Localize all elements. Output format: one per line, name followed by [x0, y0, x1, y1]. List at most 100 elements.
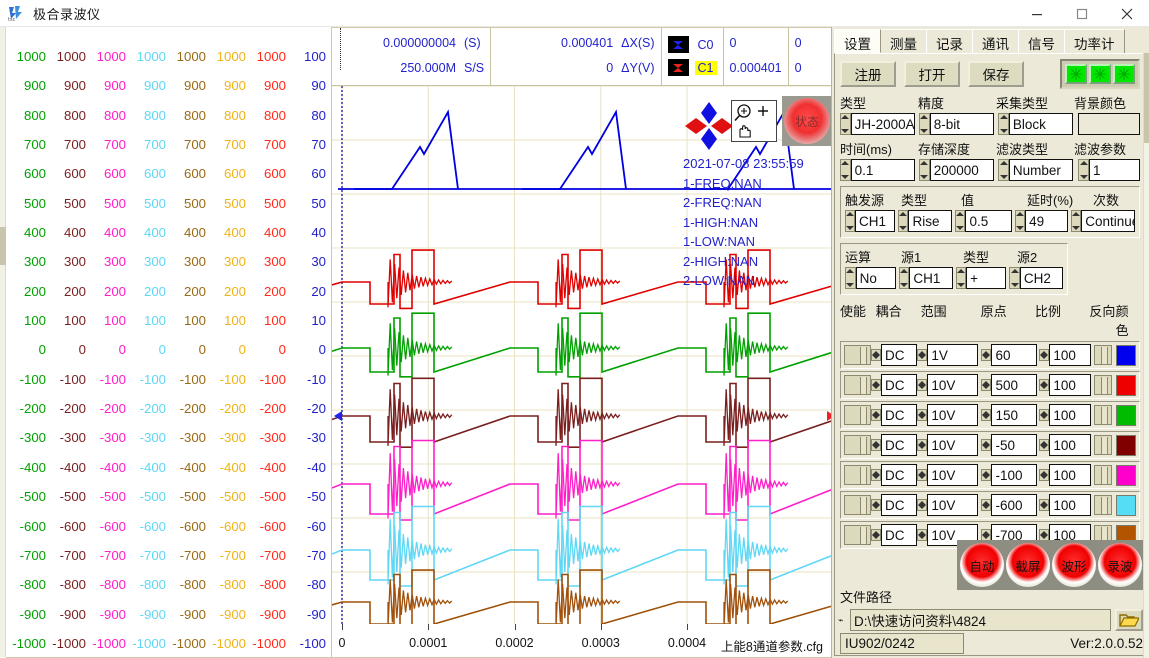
channel-enable-toggle[interactable]: [844, 525, 871, 545]
save-button[interactable]: 保存: [968, 61, 1024, 87]
trigger-source-field[interactable]: CH1: [855, 210, 895, 232]
spinner[interactable]: [917, 499, 927, 511]
trigger-type-field[interactable]: Rise: [908, 210, 952, 232]
tab-0[interactable]: 设置: [834, 29, 881, 53]
channel-origin-field[interactable]: -100: [991, 464, 1036, 486]
math-source2-field[interactable]: CH2: [1020, 267, 1063, 289]
waveform-button[interactable]: 波形: [1051, 542, 1097, 588]
spinner[interactable]: [917, 409, 927, 421]
tab-5[interactable]: 功率计: [1064, 29, 1125, 53]
spinner-math-src2[interactable]: [1009, 267, 1020, 289]
filter-type-field[interactable]: Number: [1009, 159, 1073, 181]
channel-color-swatch[interactable]: [1116, 375, 1136, 396]
right-scrollbar-thumb[interactable]: [1144, 53, 1149, 143]
channel-enable-toggle[interactable]: [844, 495, 871, 515]
trigger-count-field[interactable]: Continue: [1081, 210, 1135, 232]
spinner[interactable]: [871, 409, 881, 421]
spinner-time[interactable]: [840, 159, 851, 181]
tab-2[interactable]: 记录: [926, 29, 973, 53]
channel-ratio-field[interactable]: 100: [1049, 404, 1091, 426]
precision-field[interactable]: 8-bit: [930, 113, 995, 135]
spinner-trigger-type[interactable]: [898, 210, 908, 232]
cursor-row-c1[interactable]: C1: [668, 57, 717, 78]
channel-enable-toggle[interactable]: [844, 405, 871, 425]
channel-coupling-field[interactable]: DC: [881, 524, 917, 546]
channel-coupling-field[interactable]: DC: [881, 404, 917, 426]
channel-enable-toggle[interactable]: [844, 465, 871, 485]
channel-enable-toggle[interactable]: [844, 345, 871, 365]
spinner-acqtype[interactable]: [998, 113, 1009, 135]
minimize-button[interactable]: [1014, 0, 1059, 27]
filter-param-field[interactable]: 1: [1089, 159, 1140, 181]
channel-color-swatch[interactable]: [1116, 435, 1136, 456]
spinner[interactable]: [1039, 499, 1049, 511]
tab-4[interactable]: 信号: [1018, 29, 1065, 53]
spinner[interactable]: [871, 349, 881, 361]
channel-range-field[interactable]: 10V: [927, 464, 978, 486]
grid-icon-2[interactable]: [1089, 64, 1111, 84]
channel-enable-toggle[interactable]: [844, 435, 871, 455]
channel-coupling-field[interactable]: DC: [881, 464, 917, 486]
maximize-button[interactable]: [1059, 0, 1104, 27]
close-button[interactable]: [1104, 0, 1149, 27]
spinner[interactable]: [1039, 379, 1049, 391]
channel-ratio-field[interactable]: 100: [1049, 464, 1091, 486]
channel-range-field[interactable]: 1V: [927, 344, 978, 366]
storage-depth-field[interactable]: 200000: [930, 159, 994, 181]
channel-origin-field[interactable]: 60: [991, 344, 1036, 366]
spinner[interactable]: [871, 379, 881, 391]
spinner[interactable]: [1039, 469, 1049, 481]
status-indicator-button[interactable]: 状态: [782, 96, 831, 146]
navigation-diamond-pad[interactable]: [683, 100, 735, 152]
time-ms-field[interactable]: 0.1: [851, 159, 915, 181]
device-type-field[interactable]: JH-2000A: [851, 113, 916, 135]
channel-invert-toggle[interactable]: [1094, 405, 1112, 425]
channel-color-swatch[interactable]: [1116, 405, 1136, 426]
channel-ratio-field[interactable]: 100: [1049, 494, 1091, 516]
channel-ratio-field[interactable]: 100: [1049, 434, 1091, 456]
channel-invert-toggle[interactable]: [1094, 375, 1112, 395]
spinner-device-type[interactable]: [840, 113, 851, 135]
spinner-trigger-value[interactable]: [955, 210, 965, 232]
spinner[interactable]: [871, 469, 881, 481]
spinner-trigger-source[interactable]: [845, 210, 855, 232]
channel-range-field[interactable]: 10V: [927, 434, 978, 456]
channel-invert-toggle[interactable]: [1094, 345, 1112, 365]
record-button[interactable]: 录波: [1097, 542, 1143, 588]
spinner[interactable]: [917, 469, 927, 481]
spinner[interactable]: [917, 379, 927, 391]
spinner-math-op[interactable]: [845, 267, 856, 289]
channel-color-swatch[interactable]: [1116, 345, 1136, 366]
zoom-pan-toolbox[interactable]: [731, 100, 777, 142]
channel-ratio-field[interactable]: 100: [1049, 344, 1091, 366]
right-panel-scrollbar[interactable]: [1143, 53, 1149, 658]
channel-invert-toggle[interactable]: [1094, 495, 1112, 515]
channel-origin-field[interactable]: 500: [991, 374, 1036, 396]
spinner-trigger-count[interactable]: [1071, 210, 1081, 232]
spinner[interactable]: [917, 349, 927, 361]
spinner-filtertype[interactable]: [998, 159, 1009, 181]
background-color-field[interactable]: [1078, 113, 1140, 135]
channel-coupling-field[interactable]: DC: [881, 374, 917, 396]
channel-enable-toggle[interactable]: [844, 375, 871, 395]
channel-invert-toggle[interactable]: [1094, 435, 1112, 455]
math-type-field[interactable]: +: [966, 267, 1006, 289]
channel-coupling-field[interactable]: DC: [881, 494, 917, 516]
channel-ratio-field[interactable]: 100: [1049, 374, 1091, 396]
spinner[interactable]: [917, 439, 927, 451]
spinner-trigger-delay[interactable]: [1015, 210, 1025, 232]
trigger-delay-field[interactable]: 49: [1025, 210, 1068, 232]
channel-range-field[interactable]: 10V: [927, 404, 978, 426]
cursor-row-c0[interactable]: C0: [668, 34, 717, 55]
channel-color-swatch[interactable]: [1116, 465, 1136, 486]
spinner[interactable]: [1039, 409, 1049, 421]
channel-origin-field[interactable]: -50: [991, 434, 1036, 456]
spinner-precision[interactable]: [919, 113, 930, 135]
spinner[interactable]: [871, 499, 881, 511]
spinner[interactable]: [1039, 439, 1049, 451]
register-button[interactable]: 注册: [840, 61, 896, 87]
spinner-depth[interactable]: [919, 159, 930, 181]
trigger-value-field[interactable]: 0.5: [965, 210, 1012, 232]
spinner[interactable]: [871, 439, 881, 451]
channel-coupling-field[interactable]: DC: [881, 434, 917, 456]
